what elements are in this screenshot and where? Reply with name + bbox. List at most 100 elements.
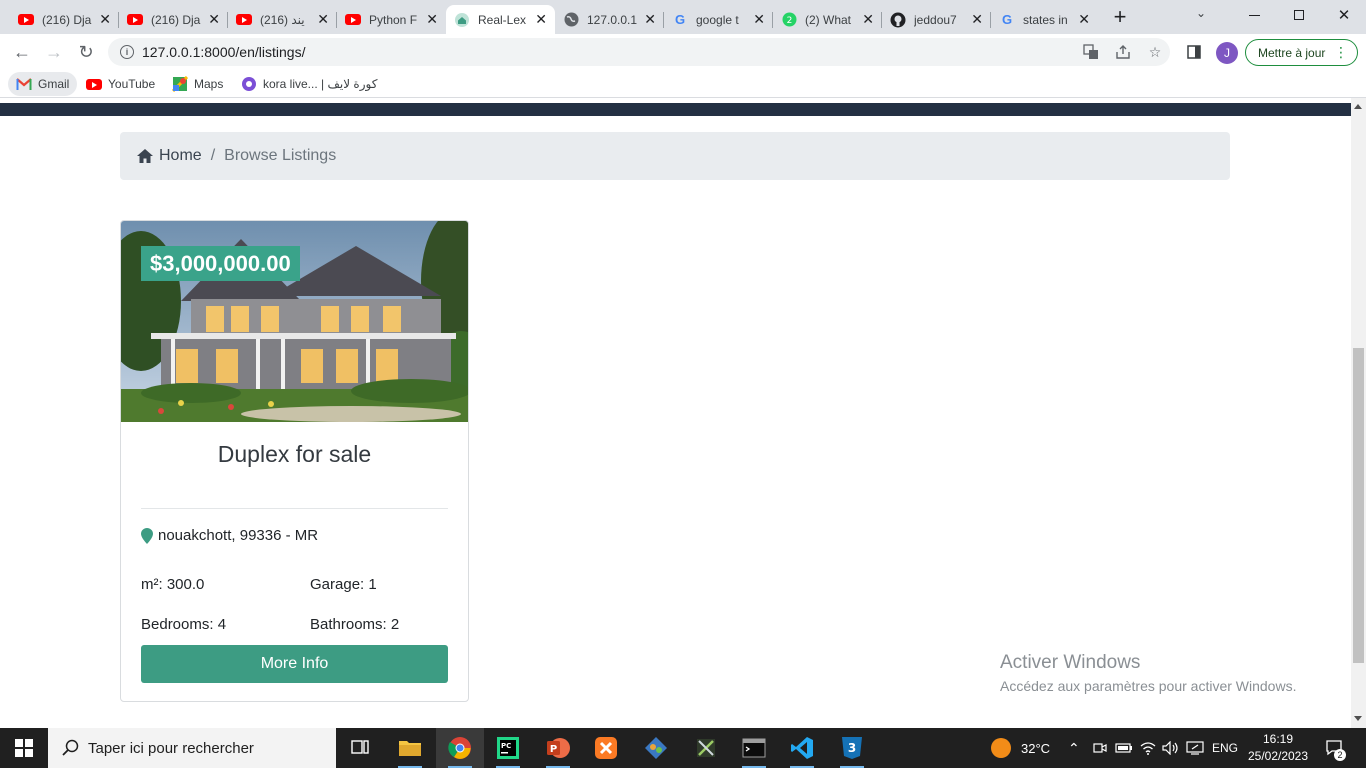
listing-photo[interactable]: $3,000,000.00 bbox=[121, 221, 468, 422]
browser-toolbar: ← → ↻ i 127.0.0.1:8000/en/listings/ ☆ J … bbox=[0, 34, 1366, 70]
reload-icon[interactable]: ↻ bbox=[72, 38, 100, 66]
task-view-icon[interactable] bbox=[336, 728, 384, 768]
app-tool-icon[interactable] bbox=[682, 728, 730, 768]
tab-search-icon[interactable]: ⌄ bbox=[1196, 6, 1206, 20]
close-tab-icon[interactable]: ✕ bbox=[644, 11, 656, 28]
scroll-thumb[interactable] bbox=[1353, 348, 1364, 663]
weather-widget[interactable]: 32°C bbox=[990, 728, 1050, 768]
bookmark-star-icon[interactable]: ☆ bbox=[1145, 42, 1165, 62]
meet-now-icon[interactable] bbox=[1093, 728, 1107, 768]
site-info-icon[interactable]: i bbox=[120, 45, 134, 59]
start-button[interactable] bbox=[0, 728, 48, 768]
language-indicator[interactable]: ENG bbox=[1212, 728, 1238, 768]
close-tab-icon[interactable]: ✕ bbox=[317, 11, 329, 28]
youtube-icon bbox=[236, 12, 252, 28]
divider bbox=[141, 508, 448, 509]
price-badge: $3,000,000.00 bbox=[141, 246, 300, 281]
listing-location: nouakchott, 99336 - MR bbox=[141, 527, 318, 544]
wifi-icon[interactable] bbox=[1140, 728, 1156, 768]
browser-tab[interactable]: G google t ✕ bbox=[664, 5, 773, 34]
bookmark-gmail[interactable]: Gmail bbox=[8, 72, 78, 96]
browser-tab[interactable]: 127.0.0.1 ✕ bbox=[555, 5, 664, 34]
breadcrumb: Home / Browse Listings bbox=[120, 132, 1230, 180]
close-tab-icon[interactable]: ✕ bbox=[535, 11, 547, 28]
house-icon bbox=[454, 12, 470, 28]
share-icon[interactable] bbox=[1113, 42, 1133, 62]
chrome-icon[interactable] bbox=[436, 728, 484, 768]
google-icon: G bbox=[674, 12, 686, 27]
sun-icon bbox=[991, 738, 1011, 758]
back-icon[interactable]: ← bbox=[8, 38, 36, 66]
browser-tab[interactable]: (216) Dja ✕ bbox=[119, 5, 228, 34]
browser-tab-active[interactable]: Real-Lex ✕ bbox=[446, 5, 555, 34]
powerpoint-icon[interactable]: P bbox=[534, 728, 582, 768]
css3-icon[interactable]: 3 bbox=[828, 728, 876, 768]
browser-tab[interactable]: G states in ✕ bbox=[991, 5, 1098, 34]
listing-area: m²: 300.0 bbox=[141, 576, 205, 593]
bookmark-youtube[interactable]: YouTube bbox=[78, 72, 163, 96]
minimize-button[interactable] bbox=[1232, 0, 1276, 30]
globe-icon bbox=[563, 12, 579, 28]
system-clock[interactable]: 16:19 25/02/2023 bbox=[1240, 731, 1316, 765]
pycharm-icon[interactable]: PC bbox=[484, 728, 532, 768]
address-bar[interactable]: i 127.0.0.1:8000/en/listings/ bbox=[108, 38, 1170, 66]
location-text: nouakchott, 99336 - MR bbox=[158, 527, 319, 544]
breadcrumb-home-label: Home bbox=[159, 147, 202, 164]
display-icon[interactable] bbox=[1186, 728, 1204, 768]
browser-tab[interactable]: (216) يند ✕ bbox=[228, 5, 337, 34]
bookmarks-bar: Gmail YouTube Maps kora live... | كورة ل… bbox=[0, 70, 1366, 98]
tab-title: (2) What bbox=[805, 12, 852, 27]
tab-title: states in bbox=[1023, 12, 1068, 27]
bookmark-label: Maps bbox=[194, 77, 224, 91]
close-tab-icon[interactable]: ✕ bbox=[99, 11, 111, 28]
scroll-up-icon[interactable] bbox=[1354, 104, 1362, 109]
close-tab-icon[interactable]: ✕ bbox=[1078, 11, 1090, 28]
profile-avatar[interactable]: J bbox=[1216, 42, 1238, 64]
battery-icon[interactable] bbox=[1115, 728, 1133, 768]
taskbar-search[interactable]: Taper ici pour rechercher bbox=[48, 728, 336, 768]
close-tab-icon[interactable]: ✕ bbox=[862, 11, 874, 28]
volume-icon[interactable] bbox=[1162, 728, 1180, 768]
terminal-icon[interactable] bbox=[730, 728, 778, 768]
bookmark-maps[interactable]: Maps bbox=[164, 72, 231, 96]
page-scrollbar[interactable] bbox=[1351, 98, 1366, 728]
new-tab-button[interactable]: + bbox=[1108, 4, 1132, 30]
map-marker-icon bbox=[141, 527, 153, 544]
close-tab-icon[interactable]: ✕ bbox=[208, 11, 220, 28]
browser-tab[interactable]: Python F ✕ bbox=[337, 5, 446, 34]
google-icon: G bbox=[1001, 12, 1013, 27]
browser-tab[interactable]: jeddou7 ✕ bbox=[882, 5, 991, 34]
file-explorer-icon[interactable] bbox=[386, 728, 434, 768]
tab-title: google t bbox=[696, 12, 739, 27]
side-panel-icon[interactable] bbox=[1184, 42, 1204, 62]
listing-bathrooms: Bathrooms: 2 bbox=[310, 616, 400, 633]
tab-title: (216) Dja bbox=[42, 12, 92, 27]
breadcrumb-home[interactable]: Home bbox=[136, 147, 202, 165]
svg-text:2: 2 bbox=[786, 16, 792, 26]
url-text[interactable]: 127.0.0.1:8000/en/listings/ bbox=[142, 44, 305, 60]
listing-title[interactable]: Duplex for sale bbox=[121, 441, 468, 468]
browser-tab[interactable]: (216) Dja ✕ bbox=[10, 5, 119, 34]
notification-center[interactable]: 2 bbox=[1325, 728, 1346, 768]
vscode-icon[interactable] bbox=[778, 728, 826, 768]
tab-title: (216) يند bbox=[260, 12, 305, 27]
close-tab-icon[interactable]: ✕ bbox=[426, 11, 438, 28]
close-tab-icon[interactable]: ✕ bbox=[753, 11, 765, 28]
tab-title: Real-Lex bbox=[478, 12, 527, 27]
menu-kebab-icon[interactable]: ⋮ bbox=[1334, 44, 1348, 61]
forward-icon[interactable]: → bbox=[40, 38, 68, 66]
update-button[interactable]: Mettre à jour ⋮ bbox=[1245, 39, 1358, 66]
github-icon bbox=[890, 12, 906, 28]
search-icon bbox=[62, 739, 79, 756]
sourcetree-icon[interactable] bbox=[632, 728, 680, 768]
more-info-button[interactable]: More Info bbox=[141, 645, 448, 683]
browser-tab[interactable]: 2 (2) What ✕ bbox=[773, 5, 882, 34]
translate-icon[interactable] bbox=[1081, 42, 1101, 62]
xampp-icon[interactable] bbox=[582, 728, 630, 768]
bookmark-kora[interactable]: kora live... | كورة لايف bbox=[233, 72, 385, 96]
close-window-button[interactable]: ✕ bbox=[1322, 0, 1366, 30]
close-tab-icon[interactable]: ✕ bbox=[971, 11, 983, 28]
restore-button[interactable] bbox=[1277, 0, 1321, 30]
scroll-down-icon[interactable] bbox=[1354, 716, 1362, 721]
tray-overflow-icon[interactable]: ⌃ bbox=[1068, 728, 1080, 768]
